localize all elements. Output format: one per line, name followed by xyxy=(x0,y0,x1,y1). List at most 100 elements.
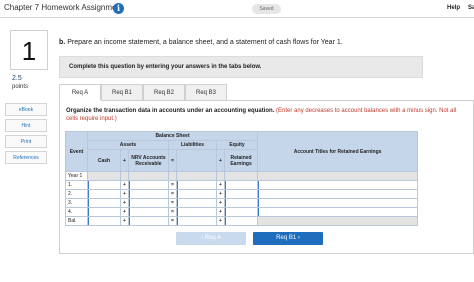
next-req-b1-button[interactable]: Req B1 › xyxy=(253,232,323,245)
empty-cell xyxy=(257,216,419,226)
accounting-equation-table: Event Balance Sheet Account Titles for R… xyxy=(65,131,419,226)
account-title-input[interactable] xyxy=(257,207,419,217)
print-link[interactable]: Print xyxy=(5,135,47,148)
retained-earnings-header: Retained Earnings xyxy=(223,149,259,172)
retained-earnings-input[interactable] xyxy=(223,198,259,208)
retained-earnings-input[interactable] xyxy=(223,180,259,190)
organize-text: Organize the transaction data in account… xyxy=(66,108,275,114)
assets-header: Assets xyxy=(87,140,169,150)
balance-sheet-header: Balance Sheet xyxy=(86,131,259,141)
liabilities-input[interactable] xyxy=(176,180,217,190)
plus-sign: + xyxy=(120,189,129,199)
empty-cell xyxy=(87,171,121,181)
tab-req-b1[interactable]: Req B1 xyxy=(101,84,143,101)
nrv-input[interactable] xyxy=(128,189,169,199)
row-label: 4. xyxy=(65,207,88,217)
save-exit-link[interactable]: Sa xyxy=(468,5,474,11)
cash-input[interactable] xyxy=(87,180,121,190)
points-value: 2.5 xyxy=(12,75,22,82)
empty-cell xyxy=(120,171,129,181)
retained-earnings-input[interactable] xyxy=(223,207,259,217)
prompt-text: Prepare an income statement, a balance s… xyxy=(67,39,343,46)
account-title-input[interactable] xyxy=(257,189,419,199)
table-row: 3. + = + xyxy=(65,198,419,208)
organize-instruction: Organize the transaction data in account… xyxy=(66,107,458,123)
row-label: 1. xyxy=(65,180,88,190)
instruction-box: Complete this question by entering your … xyxy=(59,56,423,78)
nrv-input[interactable] xyxy=(128,207,169,217)
tab-panel: Organize the transaction data in account… xyxy=(59,100,474,254)
equals-sign: = xyxy=(168,207,177,217)
points-label: points xyxy=(12,84,29,90)
question-number: 1 xyxy=(10,30,48,70)
prev-req-a-button[interactable]: ‹ Req A xyxy=(176,232,246,245)
hint-link[interactable]: Hint xyxy=(5,119,47,132)
plus-sign: + xyxy=(216,180,225,190)
tab-req-a[interactable]: Req A xyxy=(59,84,101,101)
row-label: Year 1 xyxy=(65,171,88,181)
liabilities-input[interactable] xyxy=(176,207,217,217)
points-box: 2.5 points xyxy=(12,75,28,91)
question-prompt: b. Prepare an income statement, a balanc… xyxy=(59,39,343,46)
empty-cell xyxy=(216,171,225,181)
plus-sign: + xyxy=(216,198,225,208)
nrv-input[interactable] xyxy=(128,216,169,226)
ebook-link[interactable]: eBook xyxy=(5,103,47,116)
retained-earnings-input[interactable] xyxy=(223,189,259,199)
equals-sign: = xyxy=(168,149,177,172)
references-link[interactable]: References xyxy=(5,151,47,164)
table-row: 4. + = + xyxy=(65,207,419,217)
plus-sign: + xyxy=(120,207,129,217)
row-label: 3. xyxy=(65,198,88,208)
liabilities-input[interactable] xyxy=(176,216,217,226)
liabilities-input[interactable] xyxy=(176,198,217,208)
info-icon[interactable]: i xyxy=(113,3,124,14)
table-row: 1. + = + xyxy=(65,180,419,190)
table-row: 2. + = + xyxy=(65,189,419,199)
top-bar: Chapter 7 Homework Assignment i Saved He… xyxy=(0,0,474,18)
nrv-input[interactable] xyxy=(128,198,169,208)
equals-sign: = xyxy=(168,216,177,226)
retained-earnings-input[interactable] xyxy=(223,216,259,226)
plus-sign: + xyxy=(120,216,129,226)
liabilities-input[interactable] xyxy=(176,189,217,199)
row-label: 2. xyxy=(65,189,88,199)
plus-sign: + xyxy=(216,207,225,217)
assignment-title: Chapter 7 Homework Assignment xyxy=(4,3,124,12)
tab-req-b3[interactable]: Req B3 xyxy=(185,84,227,101)
cash-input[interactable] xyxy=(87,198,121,208)
empty-cell xyxy=(176,171,217,181)
account-title-input[interactable] xyxy=(257,180,419,190)
empty-cell xyxy=(223,171,259,181)
cash-input[interactable] xyxy=(87,216,121,226)
empty-cell xyxy=(257,171,419,181)
plus-sign: + xyxy=(216,189,225,199)
cash-header: Cash xyxy=(87,149,121,172)
event-header: Event xyxy=(65,131,88,172)
nrv-header: NRV Accounts Receivable xyxy=(128,149,169,172)
side-links: eBook Hint Print References xyxy=(5,103,47,167)
equals-sign: = xyxy=(168,189,177,199)
nrv-input[interactable] xyxy=(128,180,169,190)
row-label: Bal. xyxy=(65,216,88,226)
saved-status-badge: Saved xyxy=(252,4,281,14)
equity-header: Equity xyxy=(215,140,259,150)
help-link[interactable]: Help xyxy=(447,5,460,11)
tab-req-b2[interactable]: Req B2 xyxy=(143,84,185,101)
cash-input[interactable] xyxy=(87,189,121,199)
plus-sign: + xyxy=(216,216,225,226)
cash-input[interactable] xyxy=(87,207,121,217)
table-row: Bal. + = + xyxy=(65,216,419,226)
plus-sign: + xyxy=(216,149,225,172)
account-titles-header: Account Titles for Retained Earnings xyxy=(257,131,419,172)
plus-sign: + xyxy=(120,180,129,190)
equals-sign: = xyxy=(168,180,177,190)
equals-sign: = xyxy=(168,198,177,208)
plus-sign: + xyxy=(120,149,129,172)
account-title-input[interactable] xyxy=(257,198,419,208)
prompt-label: b. xyxy=(59,39,66,46)
liabilities-header: Liabilities xyxy=(168,140,217,150)
liabilities-column xyxy=(176,149,217,172)
question-sidebar: 1 2.5 points eBook Hint Print References xyxy=(0,19,50,282)
empty-cell xyxy=(128,171,169,181)
